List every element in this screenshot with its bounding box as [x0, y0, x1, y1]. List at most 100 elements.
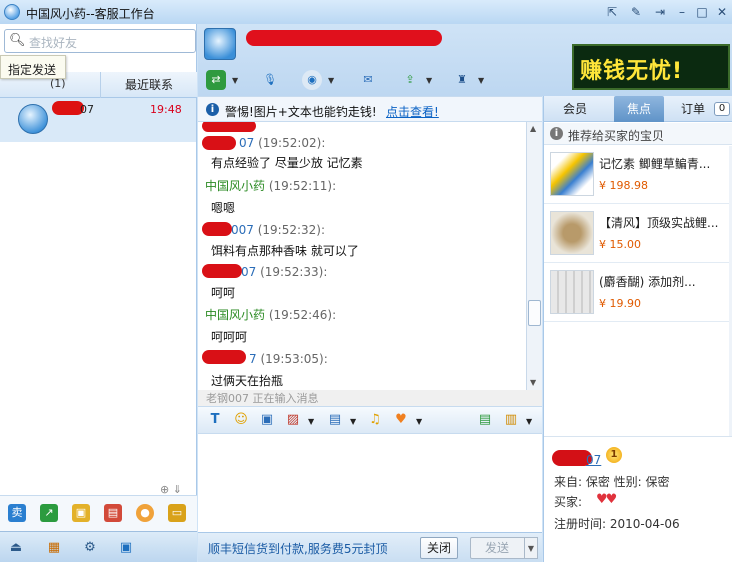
gift-icon[interactable]: ▣	[72, 504, 90, 522]
product-name: (麝香醐) 添加剂...	[599, 275, 696, 289]
window-title: 中国风小药--客服工作台	[26, 7, 155, 21]
product-image	[550, 270, 594, 314]
product-image	[550, 211, 594, 255]
title-bar: 中国风小药--客服工作台 ⇱ ✎ ⇥ – □ ✕	[0, 0, 732, 24]
send-button[interactable]: 发送	[470, 537, 526, 559]
tab-orders[interactable]: 订单	[674, 96, 712, 122]
chat-scrollbar[interactable]: ▲ ▼	[526, 122, 542, 390]
microphone-icon[interactable]: 🎙︎	[260, 70, 280, 90]
pet-icon[interactable]: ●	[136, 504, 154, 522]
chevron-down-icon[interactable]: ▼	[524, 537, 538, 559]
product-item[interactable]: 记忆素 鲫鲤草鳊青... ¥ 198.98	[544, 146, 732, 204]
input-toolbar: T ☺ ▣ ▨ ▼ ▤ ▼ ♫ ♥ ▼ ▤ ▥ ▼	[198, 406, 542, 434]
chevron-down-icon[interactable]: ▼	[308, 417, 314, 426]
chat-history[interactable]: 07 (19:52:02): 有点经验了 尽量少放 记忆素 中国风小药 (19:…	[198, 122, 526, 390]
ad-banner[interactable]: 赚钱无忧!	[572, 44, 730, 90]
left-bottom-toolbar: ⏏ ▦ ⚙ ▣	[0, 531, 197, 562]
file-transfer-icon[interactable]: ⇪	[400, 70, 420, 90]
sell-icon[interactable]: 卖	[8, 504, 26, 522]
tab-recent-contacts[interactable]: 最近联系	[100, 72, 197, 98]
buyer-info: 07 1 来自: 保密 性别: 保密 买家: ♥♥ 注册时间: 2010-04-…	[544, 436, 732, 562]
avatar[interactable]	[204, 28, 236, 60]
chevron-down-icon[interactable]: ▼	[478, 76, 484, 85]
orders-count-badge: 0	[714, 102, 730, 116]
scroll-down-icon[interactable]: ▼	[530, 378, 536, 387]
sender-name: 中国风小药	[205, 308, 266, 322]
calculator-icon[interactable]: ▤	[326, 411, 344, 429]
screenshot-icon[interactable]: ▨	[284, 411, 302, 429]
message-input[interactable]	[198, 434, 542, 532]
sender-name: 07	[239, 136, 255, 150]
screen-icon[interactable]: ▣	[116, 538, 136, 558]
chevron-down-icon[interactable]: ▼	[328, 76, 334, 85]
message-body: 呵呵	[211, 286, 236, 300]
emoji-icon[interactable]: ☺	[232, 411, 250, 429]
info-panel: 会员 焦点 订单 0 i 推荐给买家的宝贝 记忆素 鲫鲤草鳊青... ¥ 198…	[543, 96, 732, 562]
scroll-up-icon[interactable]: ▲	[530, 124, 536, 133]
product-item[interactable]: 【清风】顶级实战鲤... ¥ 15.00	[544, 205, 732, 263]
search-input[interactable]: 🔍︎ 查找好友	[4, 29, 196, 53]
shop-icon[interactable]: ▤	[104, 504, 122, 522]
message-body: 饵料有点那种香味 就可以了	[211, 244, 359, 258]
chevron-down-icon[interactable]: ▼	[416, 417, 422, 426]
chevron-down-icon[interactable]: ▼	[526, 417, 532, 426]
app-logo-icon	[4, 4, 20, 20]
skin-icon[interactable]: ✎	[628, 4, 644, 20]
redaction-mark	[202, 122, 256, 132]
font-icon[interactable]: T	[206, 411, 224, 429]
tab-focus[interactable]: 焦点	[614, 96, 664, 122]
image-icon[interactable]: ▣	[258, 411, 276, 429]
product-price: ¥ 198.98	[599, 179, 648, 192]
transfer-icon[interactable]: ⇄	[206, 70, 226, 90]
pin-icon[interactable]: ⇥	[652, 4, 668, 20]
bell-icon[interactable]: ♫	[366, 411, 384, 429]
video-icon[interactable]: ◉	[302, 70, 322, 90]
police-icon[interactable]: ♜	[452, 70, 472, 90]
dock-icon[interactable]: ⇱	[604, 4, 620, 20]
product-name: 记忆素 鲫鲤草鳊青...	[599, 157, 711, 171]
chevron-down-icon[interactable]: ▼	[232, 76, 238, 85]
plugin-bar: 卖 ↗ ▣ ▤ ● ▭	[0, 495, 197, 531]
sender-name: 007	[231, 223, 254, 237]
maximize-button[interactable]: □	[694, 4, 710, 20]
product-price: ¥ 19.90	[599, 297, 641, 310]
buyer-origin: 来自: 保密 性别: 保密	[554, 475, 670, 489]
minimize-button[interactable]: –	[674, 4, 690, 20]
tooltip: 指定发送	[0, 55, 66, 79]
sender-name: 7	[249, 352, 257, 366]
contact-name: 07	[80, 103, 94, 116]
product-item[interactable]: (麝香醐) 添加剂... ¥ 19.90	[544, 264, 732, 322]
heart-icon[interactable]: ♥	[392, 411, 410, 429]
warning-bar: i 警惕!图片+文本也能钓走钱! 点击查看!	[198, 96, 542, 122]
product-image	[550, 152, 594, 196]
product-name: 【清风】顶级实战鲤...	[599, 216, 719, 230]
tooltip-text: 指定发送	[8, 63, 57, 77]
tools-icon[interactable]: ⚙	[80, 538, 100, 558]
chevron-down-icon[interactable]: ▼	[426, 76, 432, 85]
chevron-down-icon[interactable]: ▼	[350, 417, 356, 426]
message-header: 中国风小药 (19:52:46):	[205, 306, 336, 323]
warning-link[interactable]: 点击查看!	[386, 103, 439, 120]
message-time: (19:52:02):	[258, 136, 326, 150]
collapse-icon[interactable]: ⏏	[6, 538, 26, 558]
history-icon[interactable]: ▥	[502, 411, 520, 429]
info-icon: i	[206, 103, 219, 116]
contact-time: 19:48	[150, 103, 182, 116]
avatar	[18, 104, 48, 134]
scrollbar-thumb[interactable]	[528, 300, 541, 326]
buyer-name[interactable]: 07	[586, 453, 601, 467]
close-window-button[interactable]: ✕	[714, 4, 730, 20]
message-body: 过俩天在抬瓶	[211, 374, 284, 388]
buyer-label: 买家:	[554, 495, 583, 509]
export-icon[interactable]: ↗	[40, 504, 58, 522]
warning-text: 警惕!图片+文本也能钓走钱!	[225, 105, 377, 119]
contact-list-item[interactable]: 07 19:48	[0, 98, 196, 142]
shipping-notice: 顺丰短信货到付款,服务费5元封顶	[208, 542, 388, 556]
message-icon[interactable]: ✉	[358, 70, 378, 90]
chat-header: 赚钱无忧! ⇄ ▼ 🎙︎ ◉ ▼ ✉ ⇪ ▼ ♜ ▼	[198, 24, 732, 96]
folder-icon[interactable]: ▭	[168, 504, 186, 522]
quick-reply-icon[interactable]: ▤	[476, 411, 494, 429]
close-button[interactable]: 关闭	[420, 537, 458, 559]
store-icon[interactable]: ▦	[44, 538, 64, 558]
tab-members[interactable]: 会员	[550, 96, 600, 122]
